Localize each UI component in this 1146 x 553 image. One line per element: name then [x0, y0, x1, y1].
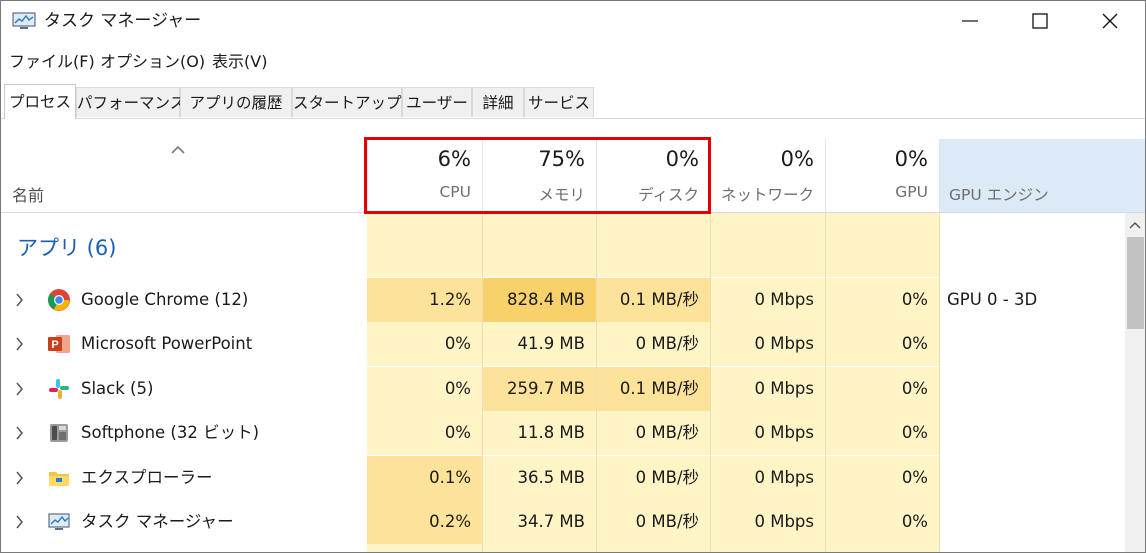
network-label: ネットワーク	[720, 186, 814, 204]
svg-text:P: P	[51, 339, 58, 351]
gpu-label: GPU	[895, 183, 928, 201]
cell-disk: 0 MB/秒	[596, 456, 710, 500]
cell-disk: 0.1 MB/秒	[596, 367, 710, 411]
cell-gpu: 0%	[825, 322, 939, 366]
highlight-annotation	[364, 137, 711, 214]
cell-memory: 41.9 MB	[482, 322, 596, 366]
cell-cpu: 0%	[367, 411, 482, 455]
cell-network: 0 Mbps	[710, 500, 825, 544]
cell-network: 0 Mbps	[710, 456, 825, 500]
cell-network: 0 Mbps	[710, 411, 825, 455]
row-name-slack[interactable]: Slack (5)	[81, 367, 153, 411]
column-separator	[710, 213, 711, 552]
row-expand-chevron[interactable]	[15, 500, 25, 544]
row-expand-chevron[interactable]	[15, 278, 25, 322]
group-apps-header[interactable]: アプリ (6)	[17, 232, 116, 262]
gpu-engine-column-header[interactable]: GPU エンジン	[939, 139, 1145, 213]
menu-options[interactable]: オプション(O)	[100, 49, 205, 75]
window-title: タスク マネージャー	[44, 11, 202, 31]
tab-app-history[interactable]: アプリの履歴	[180, 87, 292, 117]
cell-network: 0 Mbps	[710, 278, 825, 322]
task-manager-icon	[12, 12, 36, 29]
chevron-right-icon	[16, 293, 23, 307]
menu-view[interactable]: 表示(V)	[212, 49, 267, 75]
network-column-header[interactable]: 0% ネットワーク	[710, 139, 825, 213]
cell-disk: 0 MB/秒	[596, 322, 710, 366]
cell-disk: 0.1 MB/秒	[596, 278, 710, 322]
cell-network: 0 Mbps	[710, 322, 825, 366]
softphone-icon	[50, 424, 68, 442]
cell-cpu: 0.1%	[367, 456, 482, 500]
chrome-icon	[48, 289, 70, 311]
cell-gpu: 0%	[825, 411, 939, 455]
chevron-right-icon	[16, 426, 23, 440]
close-icon	[1102, 13, 1118, 29]
slack-icon	[49, 379, 69, 399]
network-total: 0%	[780, 147, 814, 171]
cell-memory: 11.8 MB	[482, 411, 596, 455]
cell-gpu-engine: GPU 0 - 3D	[947, 290, 1038, 309]
cell-memory: 36.5 MB	[482, 456, 596, 500]
cell-cpu: 0%	[367, 322, 482, 366]
row-name-explorer[interactable]: エクスプローラー	[81, 456, 213, 500]
tab-startup[interactable]: スタートアップ	[292, 87, 402, 117]
row-name-chrome[interactable]: Google Chrome (12)	[81, 278, 248, 322]
gpu-engine-label: GPU エンジン	[949, 186, 1049, 204]
cell-gpu: 0%	[825, 278, 939, 322]
task-manager-window: タスク マネージャー ファイル(F) オプション(O) 表示(V) プロセス パ…	[0, 0, 1146, 553]
row-expand-chevron[interactable]	[15, 411, 25, 455]
maximize-icon	[1032, 13, 1048, 29]
cell-network: 0 Mbps	[710, 367, 825, 411]
folder-icon	[49, 472, 69, 486]
chevron-right-icon	[16, 471, 23, 485]
next-row-usage-background	[367, 544, 939, 552]
tab-strip-divider	[1, 118, 1145, 119]
group-row-usage-background	[367, 213, 939, 277]
title-bar[interactable]: タスク マネージャー	[1, 1, 1145, 41]
scrollbar-thumb[interactable]	[1127, 237, 1144, 329]
chevron-right-icon	[16, 337, 23, 351]
cell-memory: 828.4 MB	[482, 278, 596, 322]
row-name-powerpoint[interactable]: Microsoft PowerPoint	[81, 322, 252, 366]
minimize-icon	[962, 20, 978, 22]
maximize-button[interactable]	[1005, 1, 1075, 41]
column-separator	[482, 213, 483, 552]
tab-users[interactable]: ユーザー	[402, 87, 472, 117]
gpu-total: 0%	[894, 147, 928, 171]
gpu-column-header[interactable]: 0% GPU	[825, 139, 939, 213]
close-button[interactable]	[1075, 1, 1145, 41]
cell-gpu: 0%	[825, 456, 939, 500]
sort-ascending-icon[interactable]	[170, 145, 186, 155]
powerpoint-icon: P	[48, 335, 70, 353]
tab-performance[interactable]: パフォーマンス	[76, 87, 185, 117]
chevron-right-icon	[16, 515, 23, 529]
row-name-softphone[interactable]: Softphone (32 ビット)	[81, 411, 259, 455]
tab-services[interactable]: サービス	[524, 87, 594, 117]
name-column-header[interactable]: 名前	[12, 182, 44, 206]
cell-cpu: 0.2%	[367, 500, 482, 544]
cell-disk: 0 MB/秒	[596, 411, 710, 455]
cell-gpu: 0%	[825, 367, 939, 411]
task-manager-icon	[48, 513, 70, 530]
minimize-button[interactable]	[935, 1, 1005, 41]
cell-gpu: 0%	[825, 500, 939, 544]
row-expand-chevron[interactable]	[15, 322, 25, 366]
column-separator	[939, 213, 940, 552]
cell-memory: 259.7 MB	[482, 367, 596, 411]
column-separator	[596, 213, 597, 552]
row-expand-chevron[interactable]	[15, 456, 25, 500]
row-name-task-manager[interactable]: タスク マネージャー	[81, 500, 234, 544]
cell-disk: 0 MB/秒	[596, 500, 710, 544]
cell-cpu: 0%	[367, 367, 482, 411]
tab-details[interactable]: 詳細	[472, 87, 524, 117]
scroll-up-icon[interactable]	[1129, 220, 1141, 230]
column-separator	[825, 213, 826, 552]
cell-memory: 34.7 MB	[482, 500, 596, 544]
tab-processes[interactable]: プロセス	[4, 84, 76, 119]
row-expand-chevron[interactable]	[15, 367, 25, 411]
cell-cpu: 1.2%	[367, 278, 482, 322]
chevron-right-icon	[16, 382, 23, 396]
menu-file[interactable]: ファイル(F)	[9, 49, 95, 75]
